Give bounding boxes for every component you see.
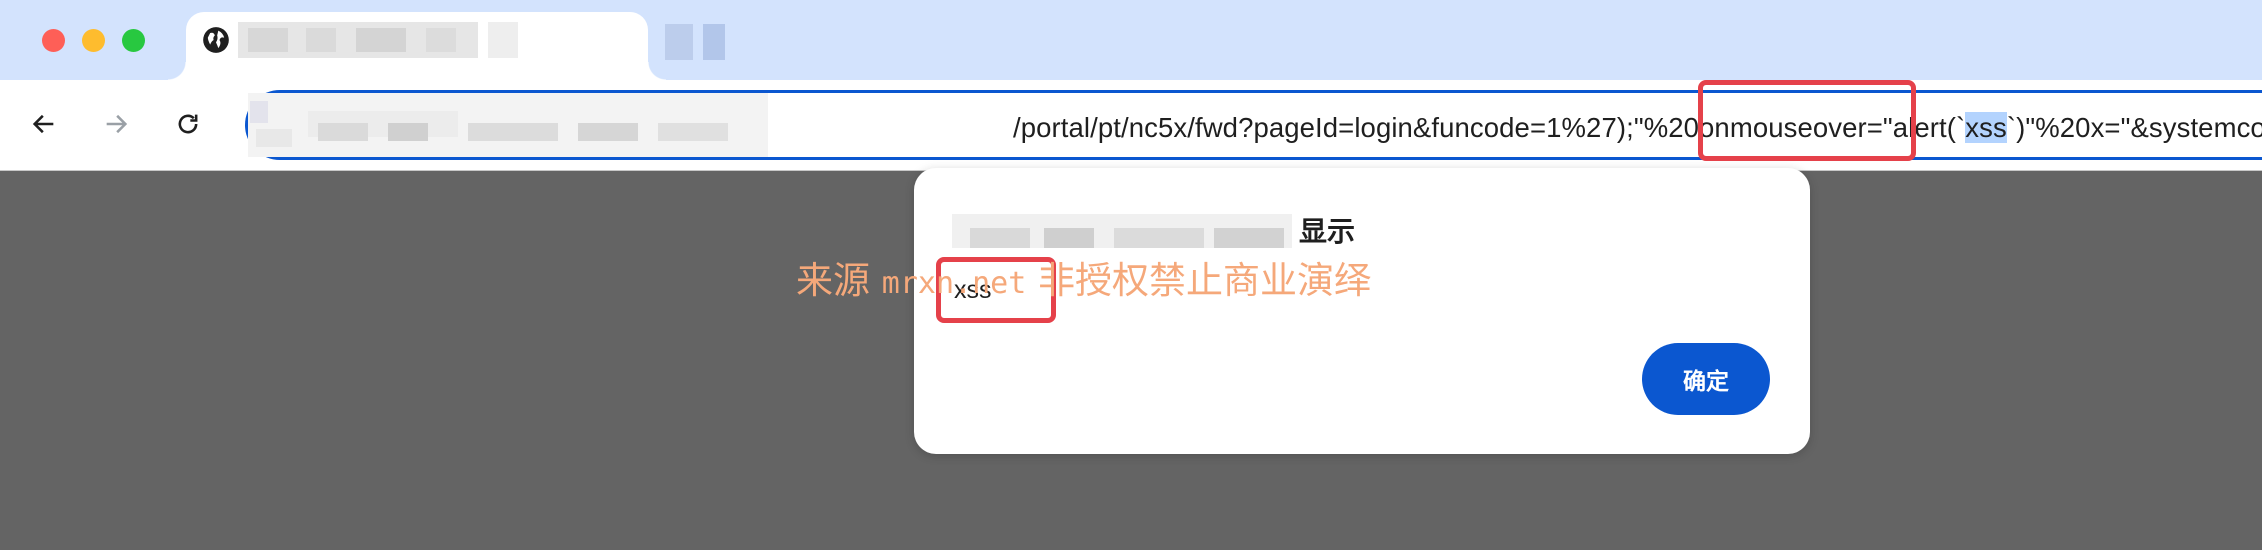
- url-text: /portal/pt/nc5x/fwd?pageId=login&funcode…: [1013, 112, 2262, 144]
- back-arrow-icon: [32, 114, 54, 134]
- reload-icon: [178, 114, 198, 134]
- forward-button[interactable]: [94, 102, 138, 146]
- globe-icon: [203, 27, 229, 53]
- dialog-title: 显示: [1299, 216, 1356, 247]
- watermark-lead: 来源: [796, 259, 882, 302]
- annotation-box-url-payload: [1698, 80, 1916, 161]
- browser-toolbar: /portal/pt/nc5x/fwd?pageId=login&funcode…: [0, 80, 2262, 171]
- annotation-box-dialog-message: [936, 257, 1056, 323]
- url-text-after: `)"%20x="&systemcode=1111: [2006, 112, 2262, 143]
- forward-arrow-icon: [106, 114, 128, 134]
- tab-strip: [0, 0, 2262, 80]
- active-tab[interactable]: [168, 12, 666, 80]
- tab-extra-redacted: [665, 24, 693, 60]
- back-button[interactable]: [22, 102, 66, 146]
- window-minimize-button[interactable]: [82, 29, 105, 52]
- window-close-button[interactable]: [42, 29, 65, 52]
- address-bar[interactable]: /portal/pt/nc5x/fwd?pageId=login&funcode…: [245, 90, 2262, 160]
- reload-button[interactable]: [166, 102, 210, 146]
- url-selected-text: xss: [1965, 112, 2007, 143]
- window-maximize-button[interactable]: [122, 29, 145, 52]
- ok-button[interactable]: 确定: [1642, 343, 1770, 415]
- tab-extra-redacted: [703, 24, 725, 60]
